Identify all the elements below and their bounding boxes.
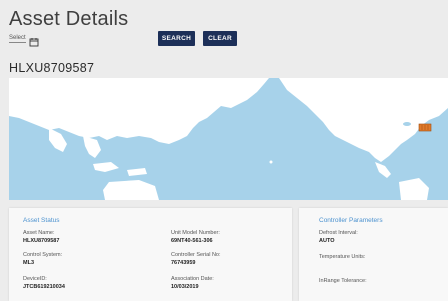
- field-value: 10/03/2019: [171, 284, 199, 290]
- asset-details-page: Asset Details Select SEARCH CLEAR HLXU87…: [0, 0, 448, 301]
- field-device-id: DeviceID: JTCB619210034: [23, 276, 65, 290]
- clear-button[interactable]: CLEAR: [203, 31, 237, 46]
- date-select-label: Select: [9, 35, 26, 43]
- field-label: Controller Serial No:: [171, 252, 221, 258]
- field-label: Temperature Units:: [319, 254, 366, 260]
- field-inrange-tolerance: InRange Tolerance:: [319, 278, 367, 286]
- field-label: Association Date:: [171, 276, 214, 282]
- field-defrost-interval: Defrost Interval: AUTO: [319, 230, 358, 244]
- controller-parameters-panel: Controller Parameters Defrost Interval: …: [299, 208, 448, 301]
- field-value: ML3: [23, 260, 34, 266]
- field-value: 69NT40-561-306: [171, 238, 213, 244]
- field-label: Unit Model Number:: [171, 230, 220, 236]
- field-value: 76743959: [171, 260, 196, 266]
- map-land-hawaii: [269, 160, 273, 164]
- date-select[interactable]: Select: [9, 34, 39, 47]
- field-asset-name: Asset Name: HLXU8709587: [23, 230, 59, 244]
- map-lake: [403, 122, 411, 126]
- calendar-icon[interactable]: [29, 34, 39, 47]
- field-temperature-units: Temperature Units:: [319, 254, 365, 262]
- controller-parameters-title: Controller Parameters: [319, 217, 383, 224]
- asset-id-heading: HLXU8709587: [9, 61, 95, 75]
- search-button[interactable]: SEARCH: [158, 31, 195, 46]
- field-association-date: Association Date: 10/03/2019: [171, 276, 214, 290]
- field-label: Asset Name:: [23, 230, 55, 236]
- field-unit-model-number: Unit Model Number: 69NT40-561-306: [171, 230, 220, 244]
- location-map[interactable]: [9, 78, 448, 200]
- field-label: Defrost Interval:: [319, 230, 358, 236]
- field-value: JTCB619210034: [23, 284, 65, 290]
- field-control-system: Control System: ML3: [23, 252, 62, 266]
- field-value: AUTO: [319, 238, 335, 244]
- asset-status-title: Asset Status: [23, 217, 60, 224]
- field-label: Control System:: [23, 252, 63, 258]
- field-label: InRange Tolerance:: [319, 278, 367, 284]
- field-controller-serial: Controller Serial No: 76743959: [171, 252, 221, 266]
- page-title: Asset Details: [9, 8, 129, 30]
- field-label: DeviceID:: [23, 276, 47, 282]
- world-map-svg: [9, 78, 448, 200]
- container-marker-icon: [418, 123, 432, 132]
- asset-status-panel: Asset Status Asset Name: HLXU8709587 Uni…: [9, 208, 292, 301]
- field-value: HLXU8709587: [23, 238, 60, 244]
